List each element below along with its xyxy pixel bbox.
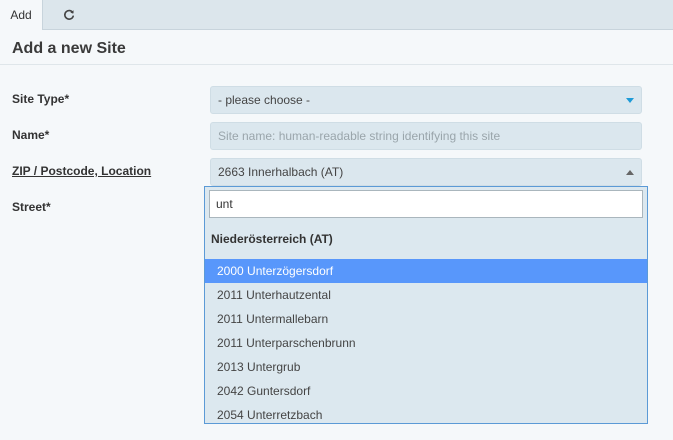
dropdown-option[interactable]: 2011 Untermallebarn [205,307,647,331]
tab-add[interactable]: Add [0,0,43,30]
name-field-wrapper [210,122,642,150]
name-label: Name* [12,128,50,142]
dropdown-search-wrapper [209,190,643,218]
page-title: Add a new Site [12,40,126,57]
dropdown-option[interactable]: 2054 Unterretzbach [205,403,647,427]
dropdown-search-input[interactable] [216,197,642,211]
refresh-icon [63,9,75,21]
street-label: Street* [12,200,51,214]
site-type-select[interactable]: - please choose - [210,86,642,114]
site-type-value: - please choose - [218,93,311,107]
tab-add-label: Add [10,8,32,22]
tab-refresh[interactable] [50,0,88,30]
dropdown-option[interactable]: 2042 Guntersdorf [205,379,647,403]
dropdown-group-label: Niederösterreich (AT) [211,232,333,246]
dropdown-option[interactable]: 2011 Unterhautzental [205,283,647,307]
site-type-label: Site Type* [12,92,70,106]
location-dropdown: Niederösterreich (AT) 2000 Unterzögersdo… [204,186,648,424]
dropdown-option[interactable]: 2000 Unterzögersdorf [205,259,647,283]
chevron-down-icon [626,98,634,103]
tab-bar: Add [0,0,673,30]
chevron-up-icon [626,170,634,175]
dropdown-options: 2000 Unterzögersdorf 2011 Unterhautzenta… [205,259,647,427]
location-label-link[interactable]: ZIP / Postcode, Location [12,164,151,178]
title-divider [0,64,673,65]
dropdown-option[interactable]: 2013 Untergrub [205,355,647,379]
name-input[interactable] [218,129,641,143]
location-select[interactable]: 2663 Innerhalbach (AT) [210,158,642,186]
dropdown-option[interactable]: 2011 Unterparschenbrunn [205,331,647,355]
location-value: 2663 Innerhalbach (AT) [218,165,344,179]
